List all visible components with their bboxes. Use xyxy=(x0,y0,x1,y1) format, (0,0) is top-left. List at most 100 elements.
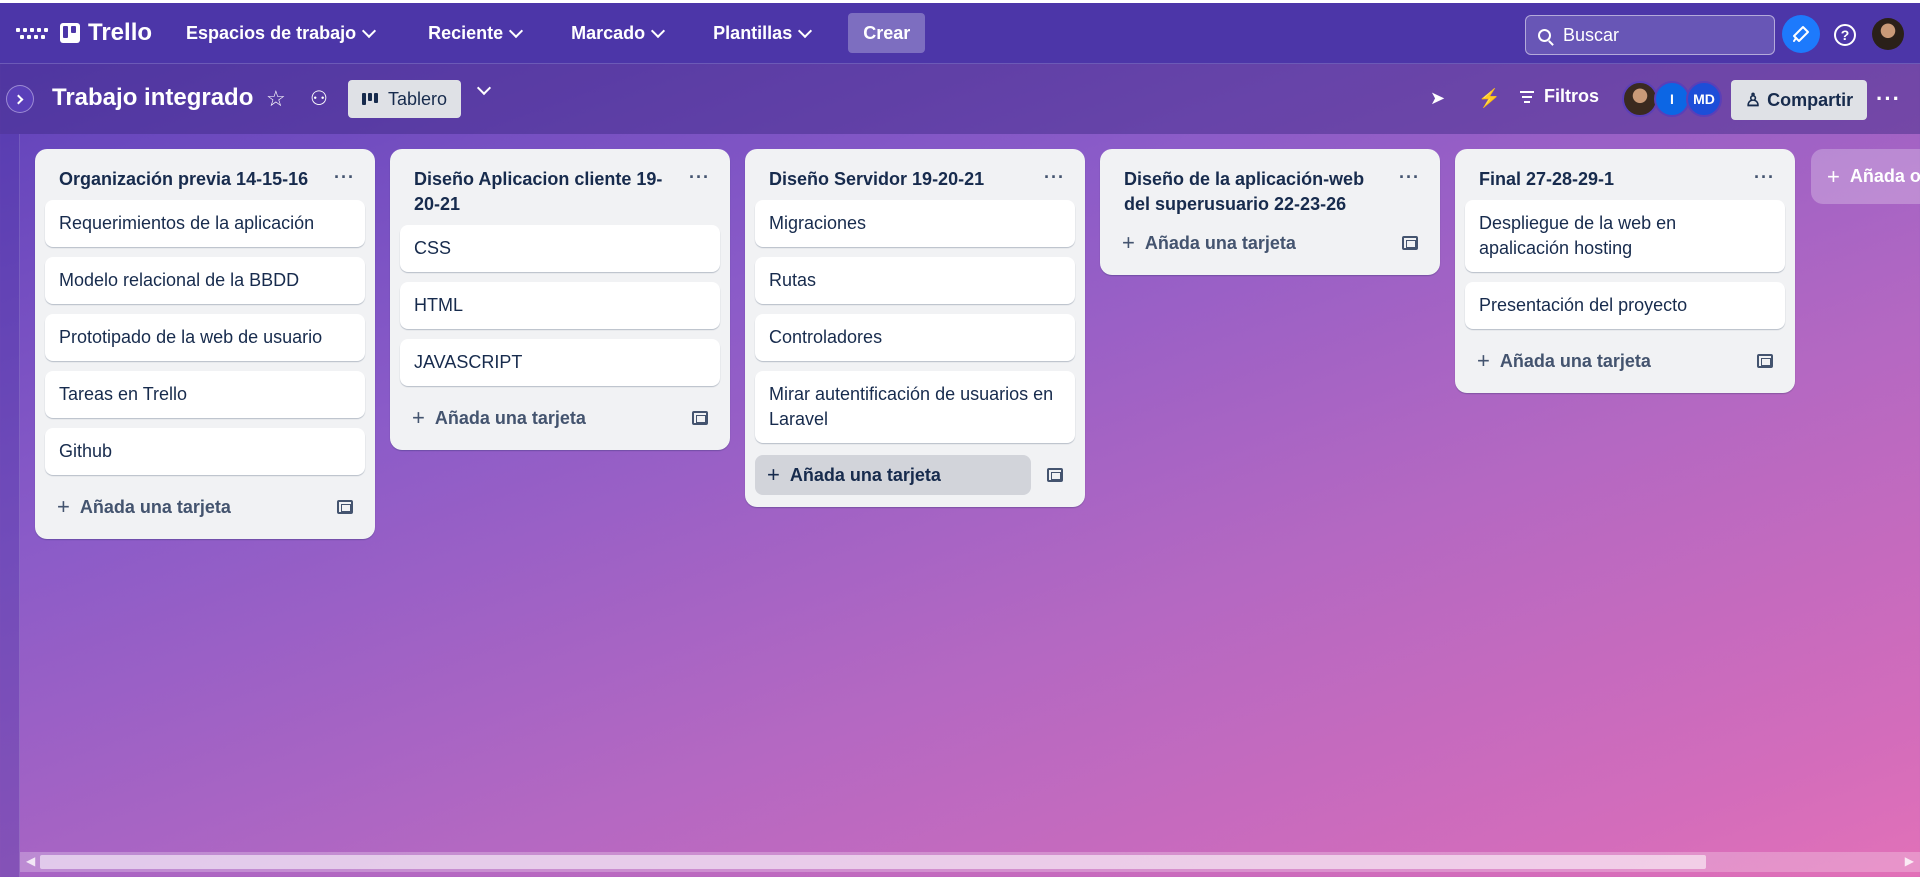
card[interactable]: Despliegue de la web en apalicación host… xyxy=(1465,200,1785,272)
add-card-button[interactable]: + Añada una tarjeta xyxy=(1110,221,1430,265)
nav-workspaces[interactable]: Espacios de trabajo xyxy=(178,13,382,53)
nav-starred[interactable]: Marcado xyxy=(563,13,671,53)
card[interactable]: Controladores xyxy=(755,314,1075,361)
notifications-button[interactable] xyxy=(1782,15,1820,53)
card-template-icon[interactable] xyxy=(337,500,353,514)
plus-icon: + xyxy=(1122,230,1135,255)
card-template-icon[interactable] xyxy=(692,411,708,425)
card[interactable]: Migraciones xyxy=(755,200,1075,247)
add-card-label: Añada una tarjeta xyxy=(1499,350,1651,371)
add-card-label: Añada una tarjeta xyxy=(434,407,586,428)
card[interactable]: HTML xyxy=(400,282,720,329)
list-menu-icon[interactable]: ··· xyxy=(1044,165,1065,190)
search-placeholder: Buscar xyxy=(1563,24,1620,45)
board-menu-icon[interactable]: ··· xyxy=(1876,86,1901,112)
card[interactable]: Tareas en Trello xyxy=(45,371,365,418)
board-title[interactable]: Trabajo integrado xyxy=(52,84,253,112)
card-template-icon[interactable] xyxy=(1402,236,1418,250)
list-header[interactable]: Diseño Aplicacion cliente 19-20-21 ··· xyxy=(390,149,730,217)
user-avatar[interactable] xyxy=(1872,18,1904,50)
top-navigation-bar: Trello Espacios de trabajo Reciente Marc… xyxy=(0,0,1920,64)
card[interactable]: JAVASCRIPT xyxy=(400,339,720,386)
member-initials: MD xyxy=(1693,91,1715,107)
star-icon[interactable]: ☆ xyxy=(266,86,286,112)
power-ups-icon[interactable]: ➤ xyxy=(1430,88,1445,109)
member-avatar[interactable]: I xyxy=(1654,81,1690,117)
filters-button[interactable]: Filtros xyxy=(1520,86,1599,107)
search-input[interactable]: Buscar xyxy=(1525,15,1775,55)
card[interactable]: Mirar autentificación de usuarios en Lar… xyxy=(755,371,1075,443)
card[interactable]: Prototipado de la web de usuario xyxy=(45,314,365,361)
add-card-label: Añada una tarjeta xyxy=(789,464,941,485)
list-column: Organización previa 14-15-16 ··· Requeri… xyxy=(35,149,375,539)
chevron-right-icon xyxy=(13,94,24,104)
add-card-label: Añada una tarjeta xyxy=(1144,232,1296,253)
trello-logo[interactable]: Trello xyxy=(60,19,152,47)
plus-icon: + xyxy=(1477,348,1490,373)
list-column: Diseño de la aplicación-web del superusu… xyxy=(1100,149,1440,275)
list-column: Final 27-28-29-1 ··· Despliegue de la we… xyxy=(1455,149,1795,393)
chevron-down-icon xyxy=(798,23,813,38)
add-card-hover-area[interactable]: + Añada una tarjeta xyxy=(755,455,1031,495)
member-avatar[interactable]: MD xyxy=(1686,81,1722,117)
megaphone-icon xyxy=(1793,26,1809,42)
chevron-down-icon xyxy=(362,23,377,38)
add-card-button[interactable]: + Añada una tarjeta xyxy=(1465,339,1785,383)
scroll-right-icon[interactable]: ▶ xyxy=(1905,854,1914,868)
nav-recent-label: Reciente xyxy=(428,22,504,43)
chevron-down-icon xyxy=(509,23,524,38)
list-menu-icon[interactable]: ··· xyxy=(689,165,710,190)
board-header: Trabajo integrado ☆ ⚇ Tablero ➤ ⚡ Filtro… xyxy=(0,64,1920,134)
list-menu-icon[interactable]: ··· xyxy=(334,165,355,190)
view-switcher-chevron-icon[interactable] xyxy=(476,80,492,96)
card-template-icon[interactable] xyxy=(1047,468,1063,482)
add-card-label: Añada una tarjeta xyxy=(79,496,231,517)
collapsed-sidebar xyxy=(0,134,20,877)
app-switcher-icon[interactable] xyxy=(16,17,48,49)
filter-icon xyxy=(1520,90,1534,103)
member-avatar[interactable] xyxy=(1622,81,1658,117)
plus-icon: + xyxy=(412,405,425,430)
card[interactable]: Github xyxy=(45,428,365,475)
card-container: Requerimientos de la aplicación Modelo r… xyxy=(35,192,375,475)
add-card-button[interactable]: + Añada una tarjeta xyxy=(755,453,1075,497)
automation-icon[interactable]: ⚡ xyxy=(1478,88,1500,109)
nav-templates[interactable]: Plantillas xyxy=(705,13,818,53)
visibility-icon[interactable]: ⚇ xyxy=(310,86,328,111)
board-view-icon xyxy=(362,93,378,105)
scrollbar-thumb[interactable] xyxy=(40,855,1706,869)
trello-logo-icon xyxy=(60,23,80,43)
plus-icon: + xyxy=(1827,163,1840,189)
scroll-left-icon[interactable]: ◀ xyxy=(26,854,35,868)
add-card-button[interactable]: + Añada una tarjeta xyxy=(400,396,720,440)
list-menu-icon[interactable]: ··· xyxy=(1399,165,1420,190)
add-card-button[interactable]: + Añada una tarjeta xyxy=(45,485,365,529)
card[interactable]: Presentación del proyecto xyxy=(1465,282,1785,329)
add-list-button[interactable]: + Añada o xyxy=(1811,149,1920,204)
nav-recent[interactable]: Reciente xyxy=(420,13,529,53)
view-board-button[interactable]: Tablero xyxy=(348,80,462,118)
list-column: Diseño Aplicacion cliente 19-20-21 ··· C… xyxy=(390,149,730,450)
horizontal-scrollbar[interactable]: ◀ ▶ xyxy=(20,852,1920,872)
list-header[interactable]: Diseño Servidor 19-20-21 ··· xyxy=(745,149,1085,192)
share-label: Compartir xyxy=(1767,89,1854,110)
filters-label: Filtros xyxy=(1544,86,1600,106)
card[interactable]: Rutas xyxy=(755,257,1075,304)
nav-workspaces-label: Espacios de trabajo xyxy=(186,22,357,43)
card-template-icon[interactable] xyxy=(1757,354,1773,368)
board-members: I MD xyxy=(1622,81,1722,117)
list-header[interactable]: Final 27-28-29-1 ··· xyxy=(1455,149,1795,192)
list-menu-icon[interactable]: ··· xyxy=(1754,165,1775,190)
help-icon[interactable]: ? xyxy=(1834,24,1856,46)
list-column: Diseño Servidor 19-20-21 ··· Migraciones… xyxy=(745,149,1085,507)
list-header[interactable]: Diseño de la aplicación-web del superusu… xyxy=(1100,149,1440,217)
list-title: Diseño Aplicacion cliente 19-20-21 xyxy=(414,169,663,214)
sidebar-toggle-button[interactable] xyxy=(6,85,34,113)
nav-starred-label: Marcado xyxy=(571,22,646,43)
card[interactable]: Modelo relacional de la BBDD xyxy=(45,257,365,304)
card[interactable]: Requerimientos de la aplicación xyxy=(45,200,365,247)
card[interactable]: CSS xyxy=(400,225,720,272)
share-button[interactable]: ♙ Compartir xyxy=(1731,80,1868,120)
create-button[interactable]: Crear xyxy=(848,13,926,53)
list-header[interactable]: Organización previa 14-15-16 ··· xyxy=(35,149,375,192)
